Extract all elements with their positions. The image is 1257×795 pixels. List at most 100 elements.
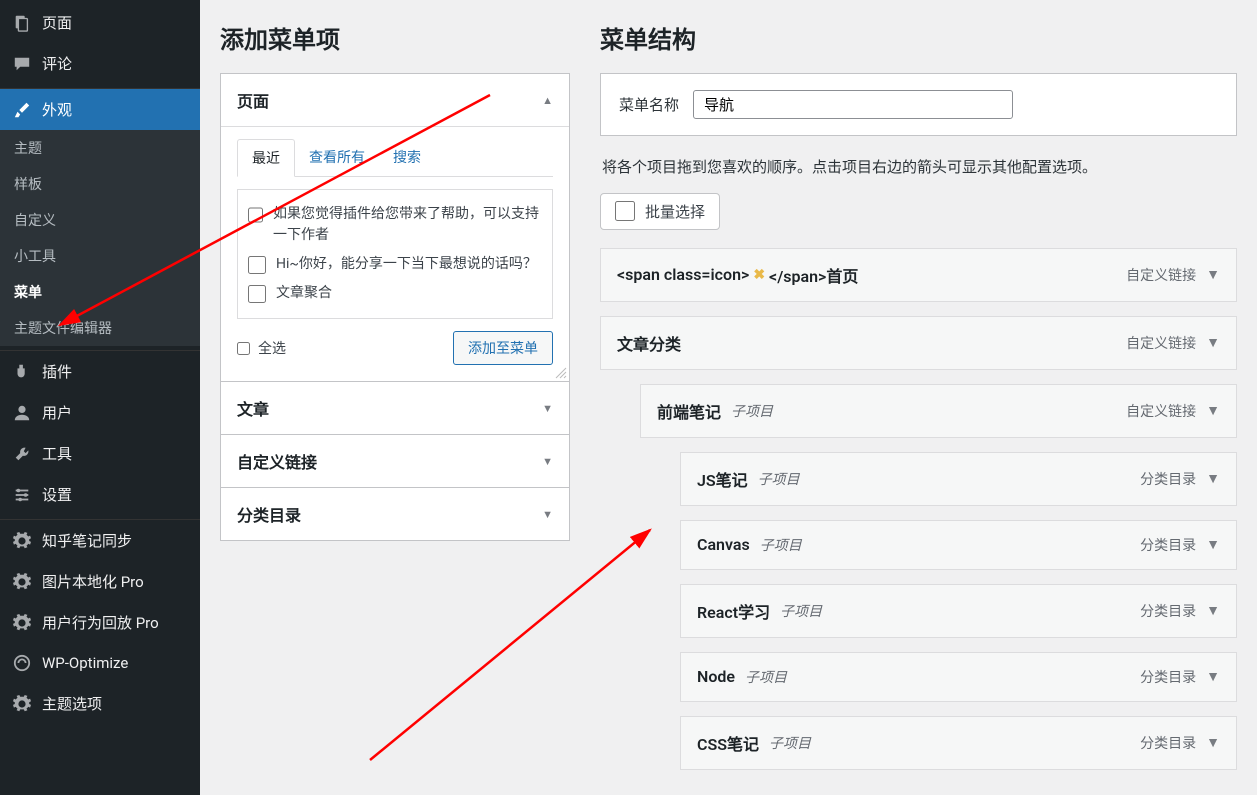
chevron-down-icon: ▼ [542,508,553,521]
menu-item-label: CSS笔记子项目 [697,731,811,755]
sub-item-badge: 子项目 [769,733,811,753]
tab-search[interactable]: 搜索 [379,139,435,176]
menu-item[interactable]: CSS笔记子项目分类目录▼ [680,716,1237,770]
chevron-up-icon: ▲ [542,94,553,107]
main-content: 添加菜单项 页面 ▲ 最近 查看所有 搜索 如果您觉得插件给您带来了帮助，可以支… [200,0,1257,784]
pages-icon [12,13,32,33]
chevron-down-icon[interactable]: ▼ [1206,734,1220,751]
select-all-checkbox[interactable] [237,342,250,355]
resize-handle-icon[interactable] [555,367,567,379]
pages-tabs: 最近 查看所有 搜索 [237,139,553,177]
sidebar-sub-themes[interactable]: 主题 [0,130,200,166]
page-item[interactable]: 如果您觉得插件给您带来了帮助，可以支持一下作者 [248,200,542,250]
tab-view-all[interactable]: 查看所有 [295,139,379,176]
sidebar-item-theme-options[interactable]: 主题选项 [0,683,200,724]
sidebar-item-wp-optimize[interactable]: WP-Optimize [0,643,200,683]
menu-item[interactable]: Node子项目 分类目录 ▼ [680,652,1237,702]
sidebar-item-users[interactable]: 用户 [0,392,200,433]
sidebar-sub-theme-editor[interactable]: 主题文件编辑器 [0,310,200,346]
menu-item-label: 文章分类 [617,331,681,355]
chevron-down-icon: ▼ [542,402,553,415]
optimize-icon [12,653,32,673]
add-items-accordion: 页面 ▲ 最近 查看所有 搜索 如果您觉得插件给您带来了帮助，可以支持一下作者 … [220,73,570,541]
menu-item[interactable]: 前端笔记子项目 自定义链接 ▼ [640,384,1237,438]
tools-icon [12,444,32,464]
sidebar-item-settings[interactable]: 设置 [0,474,200,515]
drag-instructions: 将各个项目拖到您喜欢的顺序。点击项目右边的箭头可显示其他配置选项。 [600,136,1237,193]
comments-icon [12,54,32,74]
sidebar-sub-widgets[interactable]: 小工具 [0,238,200,274]
chevron-down-icon[interactable]: ▼ [1206,334,1220,351]
sidebar-label: 外观 [42,99,72,120]
sidebar-item-tools[interactable]: 工具 [0,433,200,474]
chevron-down-icon[interactable]: ▼ [1206,402,1220,419]
menu-item[interactable]: <span class=icon> ✖ </span>首页 自定义链接 ▼ [600,248,1237,302]
menu-item-type: 自定义链接 [1126,401,1196,421]
gear-icon [12,572,32,592]
menu-item-label: 前端笔记子项目 [657,399,773,423]
menu-structure-title: 菜单结构 [600,0,1237,73]
accordion-custom-links-head[interactable]: 自定义链接 ▼ [221,434,569,487]
page-checkbox[interactable] [248,285,266,303]
chevron-down-icon[interactable]: ▼ [1206,536,1220,553]
menu-item-label: Node子项目 [697,667,787,687]
sidebar-item-plugins[interactable]: 插件 [0,351,200,392]
bulk-select[interactable]: 批量选择 [600,193,720,230]
menu-item-label: Canvas子项目 [697,535,802,555]
chevron-down-icon[interactable]: ▼ [1206,668,1220,685]
menu-item-type: 自定义链接 [1126,333,1196,353]
page-item[interactable]: Hi~你好，能分享一下当下最想说的话吗？ [248,250,542,279]
add-to-menu-button[interactable]: 添加至菜单 [453,331,553,365]
page-checkbox[interactable] [248,256,266,274]
menu-item[interactable]: React学习子项目 分类目录 ▼ [680,584,1237,638]
menu-name-row: 菜单名称 [600,73,1237,136]
tab-recent[interactable]: 最近 [237,139,295,177]
pages-list[interactable]: 如果您觉得插件给您带来了帮助，可以支持一下作者 Hi~你好，能分享一下当下最想说… [237,189,553,319]
sidebar-label: 评论 [42,53,72,74]
menu-item[interactable]: 文章分类 自定义链接 ▼ [600,316,1237,370]
chevron-down-icon[interactable]: ▼ [1206,266,1220,283]
menu-name-input[interactable] [693,90,1013,119]
add-menu-items-title: 添加菜单项 [220,0,570,73]
menu-item-type: 分类目录 [1140,667,1196,687]
sidebar-sub-menus[interactable]: 菜单 [0,274,200,310]
sidebar-item-appearance[interactable]: 外观 [0,89,200,130]
menu-item[interactable]: Canvas子项目分类目录▼ [680,520,1237,570]
users-icon [12,403,32,423]
accordion-posts-head[interactable]: 文章 ▼ [221,381,569,434]
chevron-down-icon: ▼ [542,455,553,468]
sidebar-item-pages[interactable]: 页面 [0,2,200,43]
menu-items-list: <span class=icon> ✖ </span>首页自定义链接▼文章分类自… [600,248,1237,770]
sub-item-badge: 子项目 [780,601,822,621]
sidebar-item-comments[interactable]: 评论 [0,43,200,84]
page-checkbox[interactable] [248,206,263,224]
sidebar-item-zhihu-sync[interactable]: 知乎笔记同步 [0,520,200,561]
menu-item-label: <span class=icon> ✖ </span>首页 [617,263,858,287]
gear-icon [12,613,32,633]
menu-item-type: 自定义链接 [1126,265,1196,285]
menu-item-type: 分类目录 [1140,469,1196,489]
sub-item-badge: 子项目 [745,667,787,687]
accordion-pages-head[interactable]: 页面 ▲ [221,74,569,126]
sidebar-item-image-local[interactable]: 图片本地化 Pro [0,561,200,602]
menu-item-type: 分类目录 [1140,601,1196,621]
sidebar-label: 页面 [42,12,72,33]
gear-icon [12,694,32,714]
sidebar-item-replay[interactable]: 用户行为回放 Pro [0,602,200,643]
page-item[interactable]: 文章聚合 [248,279,542,308]
select-all[interactable]: 全选 [237,338,286,358]
admin-sidebar: 页面 评论 外观 主题 样板 自定义 小工具 菜单 主题文件编辑器 插件 用户 … [0,0,200,795]
settings-icon [12,485,32,505]
sidebar-sub-templates[interactable]: 样板 [0,166,200,202]
menu-name-label: 菜单名称 [619,94,679,115]
gear-icon [12,531,32,551]
sidebar-sub-customize[interactable]: 自定义 [0,202,200,238]
menu-item[interactable]: JS笔记子项目分类目录▼ [680,452,1237,506]
bulk-select-checkbox[interactable] [615,201,635,221]
chevron-down-icon[interactable]: ▼ [1206,602,1220,619]
chevron-down-icon[interactable]: ▼ [1206,470,1220,487]
sub-item-badge: 子项目 [760,535,802,555]
accordion-categories-head[interactable]: 分类目录 ▼ [221,487,569,540]
menu-item-label: React学习子项目 [697,599,822,623]
brush-icon [12,100,32,120]
